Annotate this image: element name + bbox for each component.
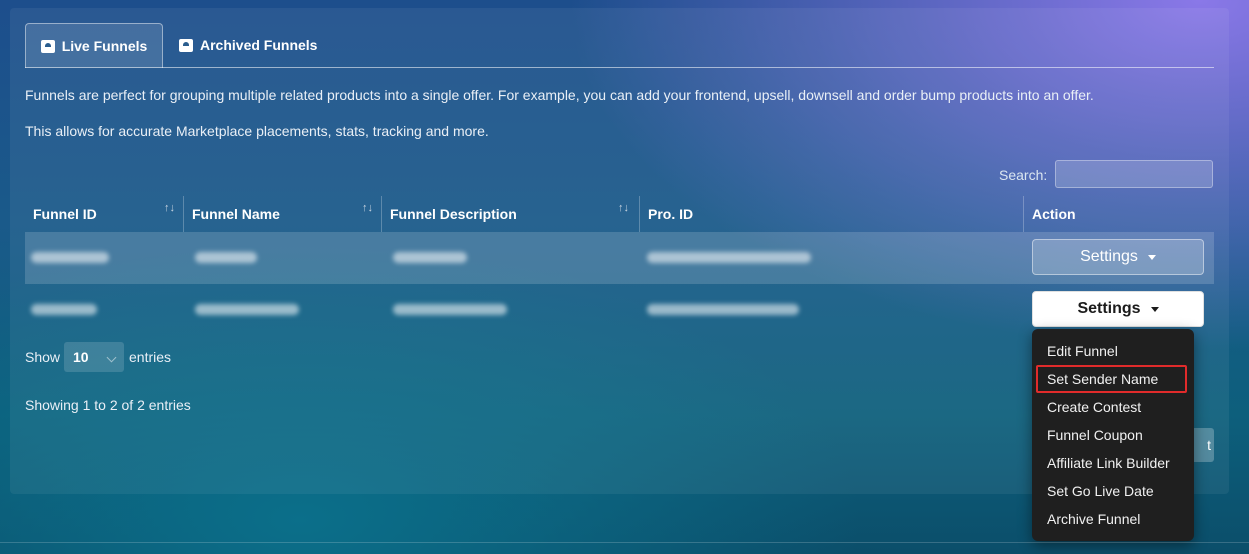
table-header: Funnel ID ↑↓ Funnel Name ↑↓ Funnel Descr… — [25, 196, 1214, 232]
sort-arrows-icon[interactable]: ↑↓ — [618, 202, 629, 214]
menu-item-archive-funnel[interactable]: Archive Funnel — [1047, 511, 1140, 527]
entries-label: entries — [129, 349, 172, 365]
column-header-funnel-description[interactable]: Funnel Description ↑↓ — [381, 196, 637, 232]
search-label: Search: — [999, 167, 1048, 183]
sort-arrows-icon[interactable]: ↑↓ — [362, 202, 373, 214]
search-input[interactable] — [1055, 160, 1213, 188]
contacts-book-icon — [179, 38, 193, 52]
column-header-funnel-id-label: Funnel ID — [33, 206, 97, 222]
column-header-funnel-id[interactable]: Funnel ID ↑↓ — [25, 196, 183, 232]
entries-per-page-select[interactable]: 10 — [64, 342, 124, 372]
column-header-action: Action — [1023, 196, 1214, 232]
show-label: Show — [25, 349, 61, 365]
column-header-funnel-description-label: Funnel Description — [390, 206, 517, 222]
redacted-funnel-name — [195, 252, 257, 263]
caret-down-icon — [1150, 306, 1159, 312]
redacted-funnel-description — [393, 304, 507, 315]
funnels-description-line-2: This allows for accurate Marketplace pla… — [25, 123, 489, 139]
highlight-box — [1036, 365, 1187, 393]
settings-dropdown-menu: Edit Funnel Set Sender Name Create Conte… — [1032, 329, 1194, 541]
redacted-funnel-id — [31, 252, 109, 263]
menu-item-affiliate-link-builder[interactable]: Affiliate Link Builder — [1047, 455, 1170, 471]
caret-down-icon — [1147, 254, 1156, 260]
entries-per-page-value: 10 — [73, 349, 89, 365]
redacted-funnel-name — [195, 304, 299, 315]
column-header-action-label: Action — [1032, 206, 1076, 222]
settings-button-label: Settings — [1080, 248, 1138, 265]
column-header-funnel-name[interactable]: Funnel Name ↑↓ — [183, 196, 381, 232]
column-header-funnel-name-label: Funnel Name — [192, 206, 280, 222]
redacted-funnel-description — [393, 252, 467, 263]
next-page-label: t — [1207, 437, 1211, 453]
tab-live-funnels[interactable]: Live Funnels — [25, 23, 163, 68]
sort-arrows-icon[interactable]: ↑↓ — [164, 202, 175, 214]
footer-divider — [0, 542, 1249, 543]
table-info: Showing 1 to 2 of 2 entries — [25, 397, 191, 413]
settings-button-label: Settings — [1077, 300, 1141, 317]
column-header-pro-id[interactable]: Pro. ID — [639, 196, 1023, 232]
settings-button-open[interactable]: Settings — [1032, 291, 1204, 327]
tab-archived-funnels-label: Archived Funnels — [200, 37, 318, 53]
column-header-pro-id-label: Pro. ID — [648, 206, 694, 222]
chevron-down-icon — [106, 352, 117, 363]
tab-archived-funnels[interactable]: Archived Funnels — [179, 23, 317, 67]
menu-item-funnel-coupon[interactable]: Funnel Coupon — [1047, 427, 1143, 443]
menu-item-set-go-live-date[interactable]: Set Go Live Date — [1047, 483, 1154, 499]
funnel-tabs: Live Funnels Archived Funnels — [25, 23, 1214, 68]
settings-button[interactable]: Settings — [1032, 239, 1204, 275]
funnels-description-line-1: Funnels are perfect for grouping multipl… — [25, 87, 1094, 103]
redacted-pro-id — [647, 304, 799, 315]
tab-live-funnels-label: Live Funnels — [61, 38, 148, 54]
redacted-pro-id — [647, 252, 811, 263]
redacted-funnel-id — [31, 304, 97, 315]
contacts-book-icon — [40, 39, 55, 53]
menu-item-edit-funnel[interactable]: Edit Funnel — [1047, 343, 1118, 359]
menu-item-create-contest[interactable]: Create Contest — [1047, 399, 1141, 415]
